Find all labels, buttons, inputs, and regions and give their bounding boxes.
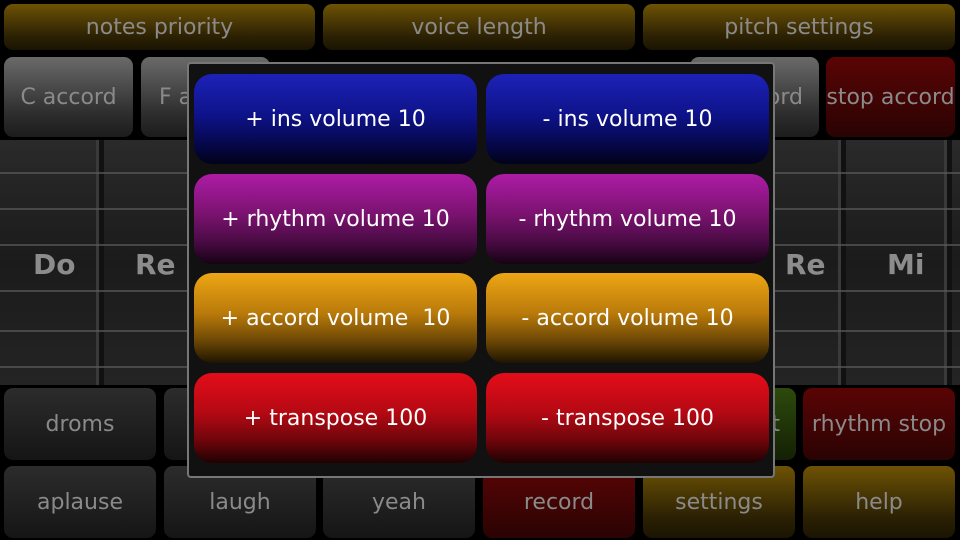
note-do: Do	[33, 248, 76, 281]
laugh-label: laugh	[209, 489, 271, 515]
rhythm-volume-up-button[interactable]: + rhythm volume 10	[194, 174, 477, 264]
pitch-settings-label: pitch settings	[724, 14, 874, 40]
settings-label: settings	[675, 489, 763, 515]
pitch-settings-button[interactable]: pitch settings	[643, 4, 955, 50]
volume-dialog: + ins volume 10 - ins volume 10 + rhythm…	[187, 62, 775, 478]
c-accord-button[interactable]: C accord	[4, 57, 133, 137]
yeah-label: yeah	[372, 489, 426, 515]
droms-button[interactable]: droms	[4, 388, 156, 460]
accord-volume-up-button[interactable]: + accord volume 10	[194, 273, 477, 363]
accord-volume-up-label: + accord volume 10	[220, 305, 451, 331]
record-label: record	[523, 489, 595, 515]
ins-volume-up-label: + ins volume 10	[245, 106, 426, 132]
transpose-down-label: - transpose 100	[541, 405, 714, 431]
note-re-right: Re	[785, 248, 826, 281]
transpose-down-button[interactable]: - transpose 100	[486, 373, 769, 463]
rhythm-stop-label: rhythm stop	[811, 411, 947, 437]
voice-length-button[interactable]: voice length	[323, 4, 635, 50]
rhythm-stop-button[interactable]: rhythm stop	[803, 388, 955, 460]
stop-accord-button[interactable]: stop accord	[826, 57, 955, 137]
voice-length-label: voice length	[411, 14, 547, 40]
transpose-up-button[interactable]: + transpose 100	[194, 373, 477, 463]
help-label: help	[855, 489, 903, 515]
accord-volume-down-button[interactable]: - accord volume 10	[486, 273, 769, 363]
note-re-left: Re	[135, 248, 176, 281]
notes-priority-label: notes priority	[85, 14, 234, 40]
aplause-button[interactable]: aplause	[4, 466, 156, 538]
ins-volume-down-label: - ins volume 10	[542, 106, 713, 132]
note-mi: Mi	[887, 248, 925, 281]
ins-volume-up-button[interactable]: + ins volume 10	[194, 74, 477, 164]
help-button[interactable]: help	[803, 466, 955, 538]
notes-priority-button[interactable]: notes priority	[4, 4, 315, 50]
rhythm-volume-up-label: + rhythm volume 10	[221, 206, 450, 232]
rhythm-volume-down-label: - rhythm volume 10	[518, 206, 737, 232]
accord-volume-down-label: - accord volume 10	[521, 305, 734, 331]
transpose-up-label: + transpose 100	[243, 405, 428, 431]
c-accord-label: C accord	[20, 84, 117, 110]
aplause-label: aplause	[37, 489, 123, 515]
droms-label: droms	[45, 411, 115, 437]
stop-accord-label: stop accord	[826, 84, 955, 110]
rhythm-volume-down-button[interactable]: - rhythm volume 10	[486, 174, 769, 264]
ins-volume-down-button[interactable]: - ins volume 10	[486, 74, 769, 164]
